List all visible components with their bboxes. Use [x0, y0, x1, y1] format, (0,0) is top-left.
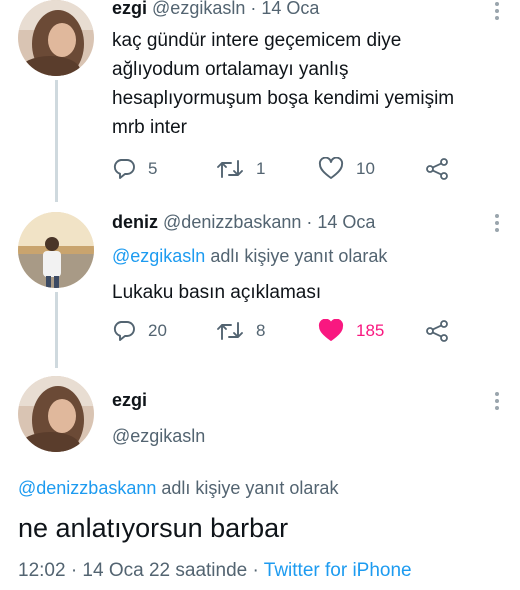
tweet-time[interactable]: · 14 Oca — [306, 212, 375, 232]
share-icon — [426, 158, 448, 180]
tweet-3-focused[interactable]: ezgi @ezgikasln @denizzbaskann adlı kişi… — [0, 360, 520, 590]
reply-label: adlı kişiye yanıt olarak — [156, 478, 339, 498]
retweet-button[interactable]: 1 — [216, 157, 265, 181]
avatar[interactable] — [18, 212, 94, 288]
like-button[interactable]: 10 — [318, 157, 375, 181]
like-count: 185 — [356, 321, 385, 340]
more-icon[interactable] — [494, 214, 500, 234]
share-button[interactable] — [424, 157, 450, 181]
tweet-2[interactable]: deniz @denizzbaskann · 14 Oca @ezgikasln… — [0, 200, 520, 368]
like-icon — [318, 319, 344, 341]
reply-mention-link[interactable]: @denizzbaskann — [18, 478, 156, 498]
retweet-count: 8 — [256, 321, 266, 340]
user-handle[interactable]: @denizzbaskann — [163, 212, 301, 232]
reply-button[interactable]: 5 — [112, 157, 157, 181]
thread-line — [55, 80, 58, 202]
replying-to: @ezgikasln adlı kişiye yanıt olarak — [112, 246, 387, 267]
display-name[interactable]: ezgi — [112, 390, 147, 411]
like-count: 10 — [356, 159, 375, 178]
thread-line — [55, 292, 58, 368]
reply-button[interactable]: 20 — [112, 319, 167, 343]
more-icon[interactable] — [494, 2, 500, 22]
tweet-timestamp[interactable]: 12:02 · 14 Oca 22 saatinde · — [18, 560, 264, 581]
replying-to: @denizzbaskann adlı kişiye yanıt olarak — [18, 478, 338, 499]
share-button[interactable] — [424, 319, 450, 343]
tweet-text: kaç gündür intere geçemicem diye ağlıyod… — [112, 26, 454, 142]
tweet-text-line: ağlıyodum ortalamayı yanlış — [112, 59, 349, 80]
retweet-icon — [217, 160, 243, 178]
tweet-header: ezgi @ezgikasln · 14 Oca — [112, 0, 319, 19]
tweet-text: Lukaku basın açıklaması — [112, 282, 322, 303]
reply-count: 5 — [148, 159, 158, 178]
tweet-meta: 12:02 · 14 Oca 22 saatinde · Twitter for… — [18, 560, 412, 582]
tweet-text-line: kaç gündür intere geçemicem diye — [112, 30, 402, 51]
avatar[interactable] — [18, 376, 94, 452]
display-name[interactable]: ezgi — [112, 0, 147, 18]
tweet-time[interactable]: · 14 Oca — [250, 0, 319, 18]
share-icon — [426, 320, 448, 342]
reply-icon — [113, 159, 135, 179]
avatar[interactable] — [18, 0, 94, 76]
reply-mention-link[interactable]: @ezgikasln — [112, 246, 205, 266]
tweet-text: ne anlatıyorsun barbar — [18, 513, 289, 543]
tweet-source-link[interactable]: Twitter for iPhone — [264, 560, 412, 581]
reply-count: 20 — [148, 321, 167, 340]
tweet-1[interactable]: ezgi @ezgikasln · 14 Oca kaç gündür inte… — [0, 0, 520, 202]
retweet-button[interactable]: 8 — [216, 319, 265, 343]
retweet-icon — [217, 322, 243, 340]
tweet-header: deniz @denizzbaskann · 14 Oca — [112, 212, 375, 233]
user-handle[interactable]: @ezgikasln — [152, 0, 245, 18]
tweet-text-line: mrb inter — [112, 117, 187, 138]
display-name[interactable]: deniz — [112, 212, 158, 232]
tweet-text-line: hesaplıyormuşum boşa kendimi yemişim — [112, 88, 455, 109]
more-icon[interactable] — [494, 392, 500, 412]
reply-label: adlı kişiye yanıt olarak — [205, 246, 388, 266]
user-handle[interactable]: @ezgikasln — [112, 426, 205, 447]
reply-icon — [113, 321, 135, 341]
retweet-count: 1 — [256, 159, 266, 178]
like-button[interactable]: 185 — [318, 319, 384, 343]
like-icon — [318, 157, 344, 179]
